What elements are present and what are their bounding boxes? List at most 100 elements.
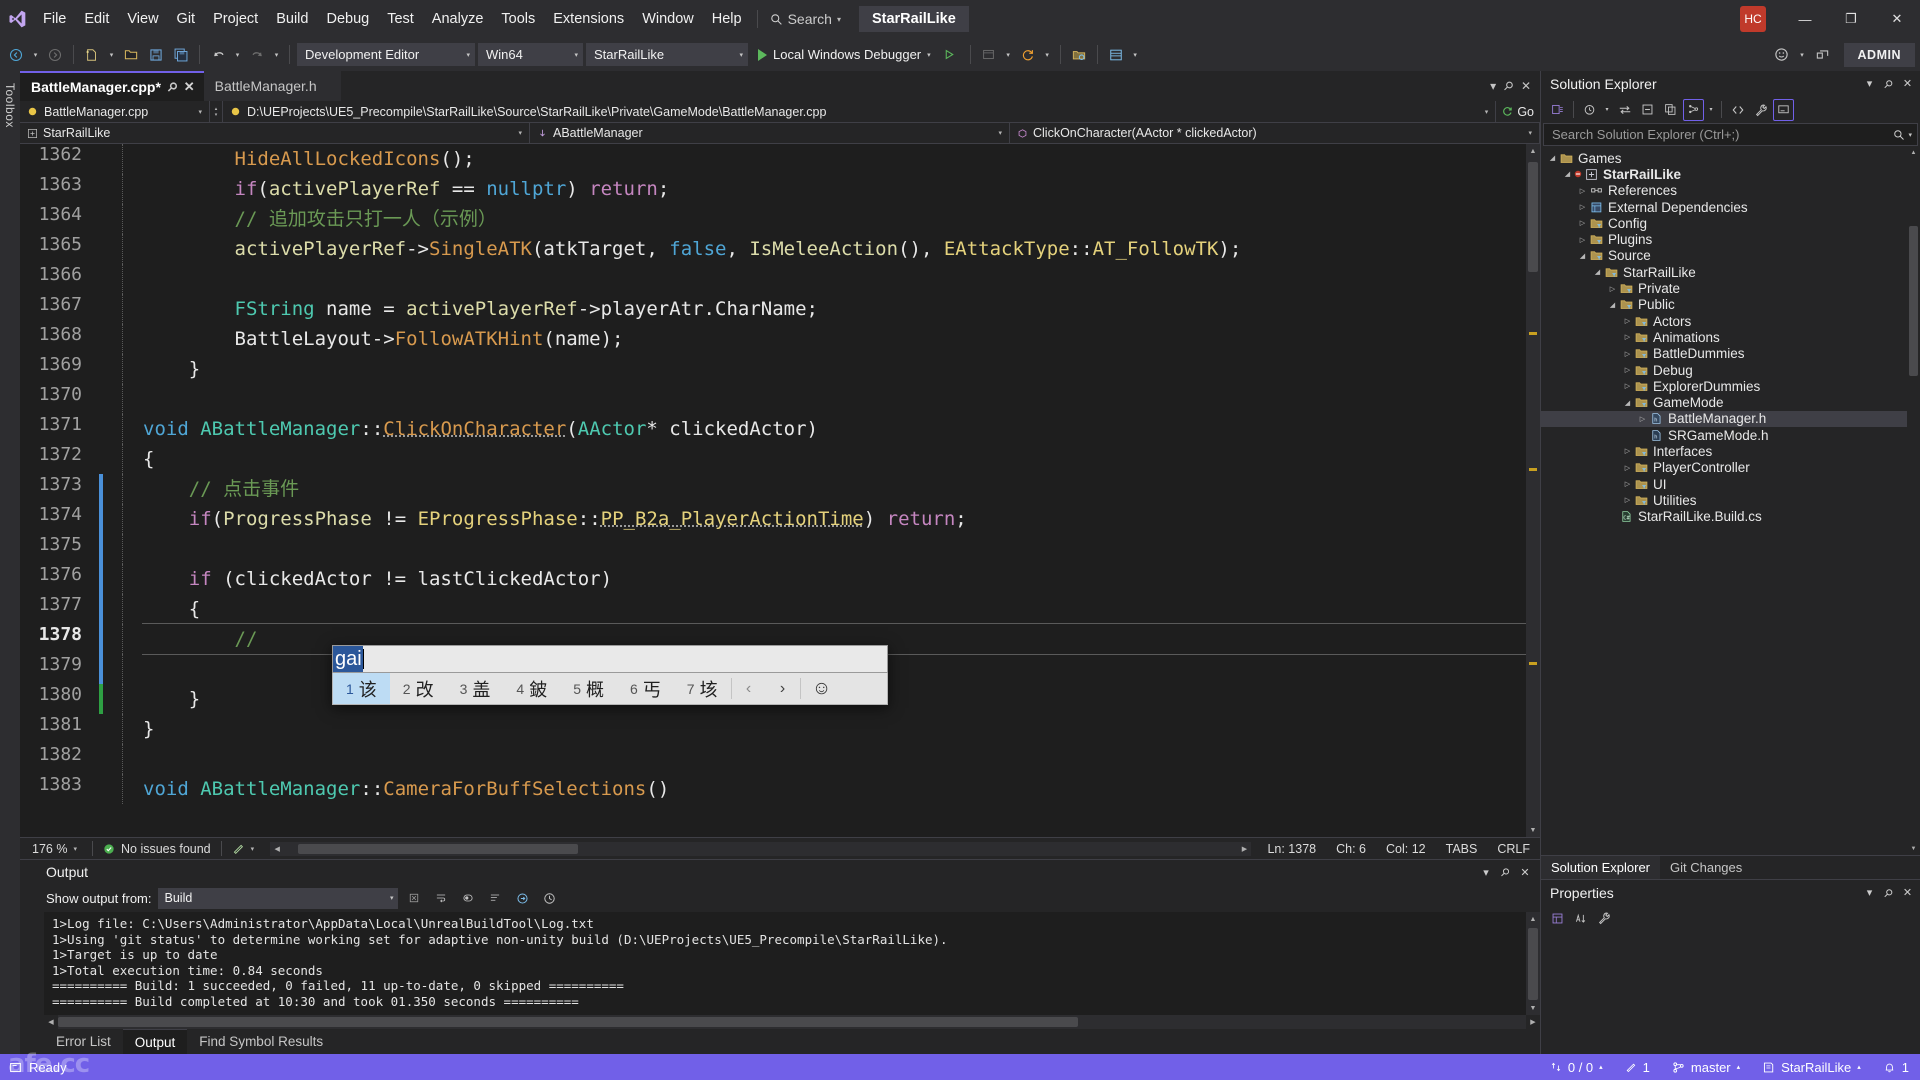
chevron-collapsed-icon[interactable]: ▷ <box>1577 236 1588 244</box>
code-text[interactable] <box>143 534 1526 564</box>
tree-item-animations[interactable]: ▷ Animations <box>1541 329 1920 345</box>
scroll-down-arrow-icon[interactable]: ▼ <box>1907 842 1920 855</box>
ime-candidate-5[interactable]: 5概 <box>560 673 617 704</box>
code-line[interactable]: 1365 activePlayerRef->SingleATK(atkTarge… <box>20 234 1526 264</box>
solution-tree[interactable]: ◢ Games ◢ StarRailLike ▷ References ▷ External … <box>1541 146 1920 855</box>
menu-file[interactable]: File <box>34 0 75 38</box>
chevron-collapsed-icon[interactable]: ▷ <box>1607 285 1618 293</box>
chevron-collapsed-icon[interactable]: ▷ <box>1637 415 1648 423</box>
scrollbar-thumb[interactable] <box>58 1017 1078 1027</box>
breadcrumb-class[interactable]: ABattleManager ▾ <box>530 123 1010 143</box>
ime-candidate-6[interactable]: 6丐 <box>617 673 674 704</box>
chevron-expanded-icon[interactable]: ◢ <box>1577 252 1588 260</box>
chevron-down-icon[interactable]: ▾ <box>927 51 931 59</box>
menu-extensions[interactable]: Extensions <box>544 0 633 38</box>
menu-edit[interactable]: Edit <box>75 0 118 38</box>
search-solution-explorer-input[interactable]: Search Solution Explorer (Ctrl+;) ▾ <box>1543 123 1918 146</box>
tree-item-battledummies[interactable]: ▷ BattleDummies <box>1541 346 1920 362</box>
scroll-down-arrow-icon[interactable]: ▼ <box>1526 1001 1540 1015</box>
property-pages-icon[interactable] <box>1593 907 1614 929</box>
status-branch[interactable]: master ▴ <box>1661 1054 1751 1080</box>
tab-solution-explorer[interactable]: Solution Explorer <box>1541 856 1660 879</box>
feedback-dropdown[interactable]: ▾ <box>1797 43 1808 66</box>
scroll-down-arrow-icon[interactable]: ▼ <box>1526 823 1540 837</box>
pending-changes-icon[interactable] <box>1579 99 1600 121</box>
code-view-icon[interactable] <box>1727 99 1748 121</box>
menu-tools[interactable]: Tools <box>492 0 544 38</box>
tree-item-references[interactable]: ▷ References <box>1541 183 1920 199</box>
go-button[interactable]: Go <box>1496 101 1540 122</box>
solution-name-chip[interactable]: StarRailLike <box>858 6 969 32</box>
output-text-area[interactable]: 1>Log file: C:\Users\Administrator\AppDa… <box>44 912 1540 1015</box>
scroll-left-arrow-icon[interactable]: ◀ <box>270 845 284 853</box>
file-selector-combo[interactable]: BattleManager.cpp ▾ <box>20 101 210 122</box>
tree-item-public[interactable]: ◢ Public <box>1541 297 1920 313</box>
scroll-up-arrow-icon[interactable]: ▲ <box>1526 912 1540 926</box>
output-horizontal-scrollbar[interactable]: ◀ ▶ <box>44 1015 1540 1029</box>
hot-reload-icon[interactable] <box>1017 43 1039 66</box>
tree-item-private[interactable]: ▷ Private <box>1541 280 1920 296</box>
status-notifications[interactable]: 1 <box>1872 1054 1920 1080</box>
feedback-icon[interactable] <box>1771 43 1793 66</box>
code-text[interactable]: } <box>143 714 1526 744</box>
breadcrumb-project[interactable]: StarRailLike ▾ <box>20 123 530 143</box>
tree-item-external-dependencies[interactable]: ▷ External Dependencies <box>1541 199 1920 215</box>
code-text[interactable]: if (clickedActor != lastClickedActor) <box>143 564 1526 594</box>
tab-battlemanager-cpp[interactable]: BattleManager.cpp* ⚲ ✕ <box>20 71 204 101</box>
chevron-right-icon[interactable]: › <box>766 673 800 704</box>
tree-item-utilities[interactable]: ▷ Utilities <box>1541 492 1920 508</box>
chevron-down-icon[interactable]: ▾ <box>1478 866 1494 879</box>
chevron-expanded-icon[interactable]: ◢ <box>1547 154 1558 162</box>
tab-battlemanager-h[interactable]: BattleManager.h <box>203 71 341 101</box>
code-text[interactable]: { <box>143 444 1526 474</box>
chevron-collapsed-icon[interactable]: ▷ <box>1577 203 1588 211</box>
code-horizontal-scrollbar[interactable]: ◀ ▶ <box>270 841 1252 856</box>
code-text[interactable]: if(ProgressPhase != EProgressPhase::PP_B… <box>143 504 1526 534</box>
code-line[interactable]: 1369 } <box>20 354 1526 384</box>
tab-git-changes[interactable]: Git Changes <box>1660 856 1752 879</box>
close-icon[interactable]: ✕ <box>1899 74 1916 94</box>
pin-icon[interactable]: ⚲ <box>164 79 180 95</box>
tree-item-source[interactable]: ◢ Source <box>1541 248 1920 264</box>
code-line[interactable]: 1367 FString name = activePlayerRef->pla… <box>20 294 1526 324</box>
code-line[interactable]: 1376 if (clickedActor != lastClickedActo… <box>20 564 1526 594</box>
ime-candidate-window[interactable]: gai 1 该 2 改 3 盖 4 鈹 5 概 6 丐 7 垓 ‹ › ☺ <box>332 645 888 705</box>
code-text[interactable]: BattleLayout->FollowATKHint(name); <box>143 324 1526 354</box>
scrollbar-track[interactable] <box>58 1015 1526 1029</box>
pin-icon[interactable]: ⚲ <box>1500 78 1516 94</box>
panel-icon[interactable] <box>1105 43 1127 66</box>
close-icon[interactable]: ✕ <box>1521 79 1531 93</box>
zoom-level[interactable]: 176 % ▾ <box>20 842 92 856</box>
code-text[interactable]: } <box>143 354 1526 384</box>
code-viewport[interactable]: 1362 HideAllLockedIcons(); 1363 if(active… <box>20 144 1526 837</box>
scroll-up-arrow-icon[interactable]: ▲ <box>1907 146 1920 159</box>
nav-spinner[interactable]: ▴ ▾ <box>210 101 223 122</box>
menu-window[interactable]: Window <box>633 0 703 38</box>
ime-candidate-1[interactable]: 1该 <box>333 673 390 704</box>
code-line[interactable]: 1370 <box>20 384 1526 414</box>
chevron-expanded-icon[interactable]: ◢ <box>1607 301 1618 309</box>
tree-vertical-scrollbar[interactable]: ▲ ▼ <box>1907 146 1920 855</box>
menu-build[interactable]: Build <box>267 0 317 38</box>
save-icon[interactable] <box>145 43 167 66</box>
minimize-button[interactable]: — <box>1782 0 1828 38</box>
chevron-collapsed-icon[interactable]: ▷ <box>1622 366 1633 374</box>
chevron-collapsed-icon[interactable]: ▷ <box>1622 447 1633 455</box>
code-line[interactable]: 1374 if(ProgressPhase != EProgressPhase:… <box>20 504 1526 534</box>
copy-icon[interactable] <box>1660 99 1681 121</box>
tree-item-battlemanager-h[interactable]: ▷ h BattleManager.h <box>1541 410 1920 428</box>
live-share-icon[interactable] <box>1812 43 1834 66</box>
ime-candidate-3[interactable]: 3盖 <box>447 673 504 704</box>
chevron-expanded-icon[interactable]: ◢ <box>1592 268 1603 276</box>
chevron-left-icon[interactable]: ‹ <box>732 673 766 704</box>
scrollbar-thumb[interactable] <box>1528 162 1538 272</box>
tab-error-list[interactable]: Error List <box>44 1029 123 1054</box>
code-line[interactable]: 1368 BattleLayout->FollowATKHint(name); <box>20 324 1526 354</box>
menu-git[interactable]: Git <box>168 0 205 38</box>
code-text[interactable]: { <box>143 594 1526 624</box>
menu-test[interactable]: Test <box>378 0 423 38</box>
code-line[interactable]: 1377 { <box>20 594 1526 624</box>
code-line[interactable]: 1362 HideAllLockedIcons(); <box>20 144 1526 174</box>
code-line[interactable]: 1381} <box>20 714 1526 744</box>
issues-status[interactable]: No issues found <box>93 842 221 856</box>
